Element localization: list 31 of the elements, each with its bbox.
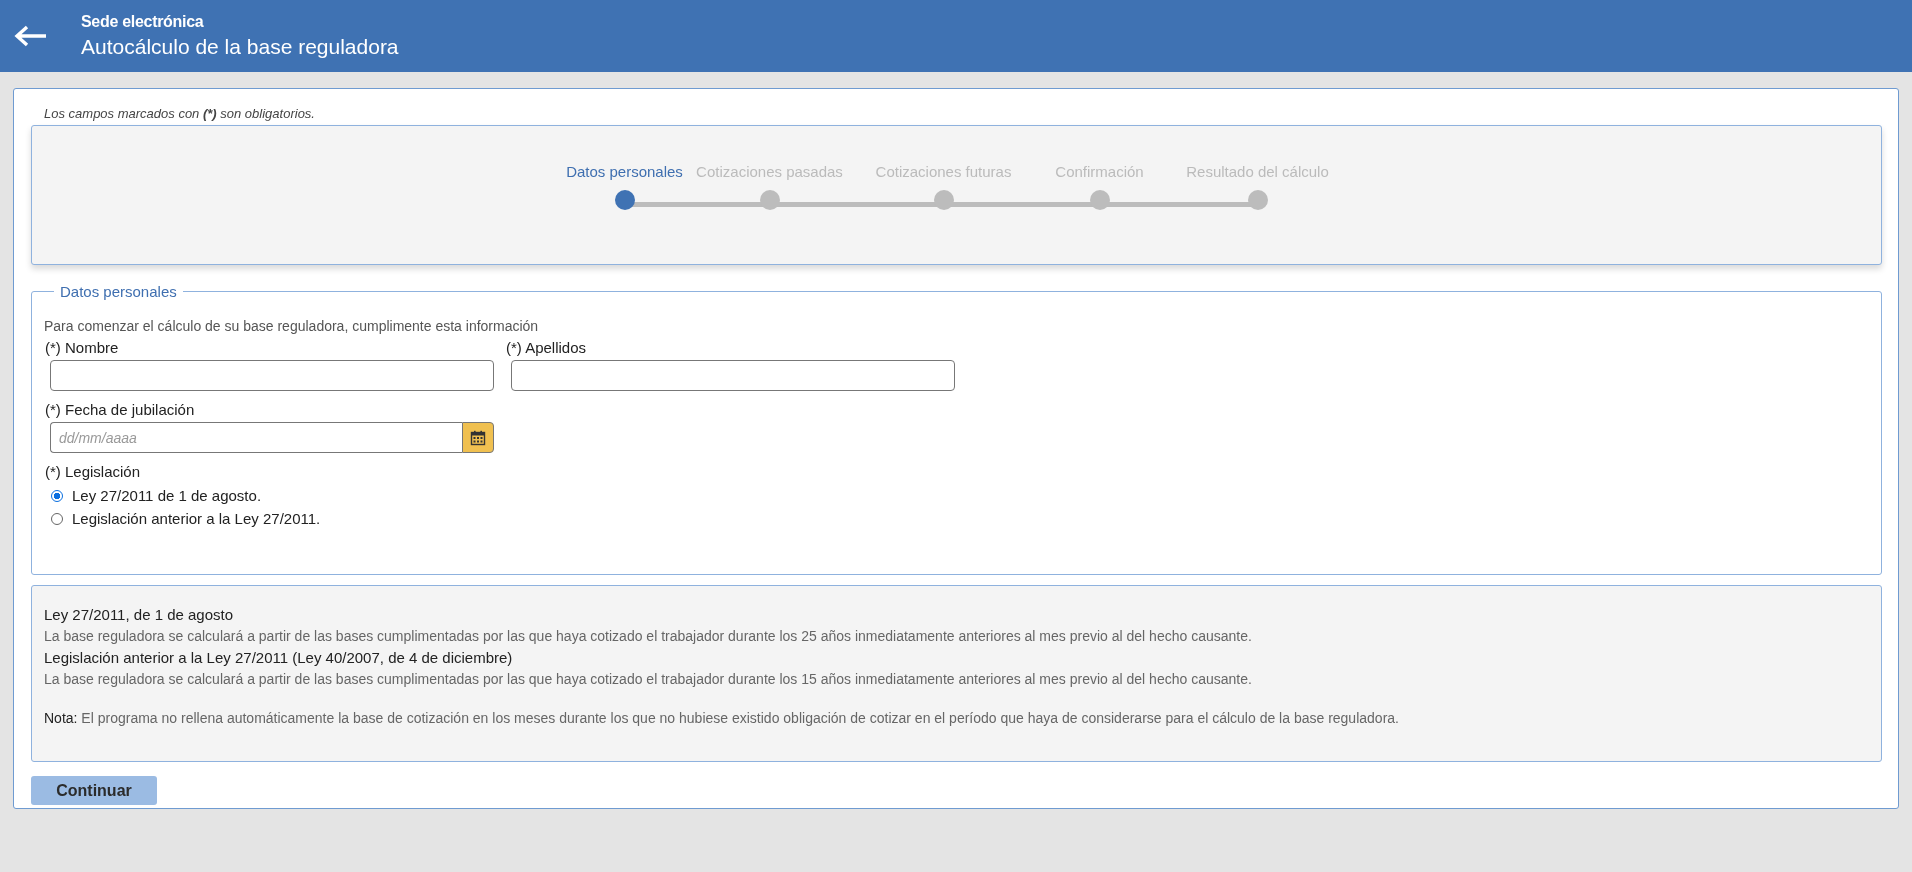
field-label: (*) Nombre xyxy=(45,339,120,356)
info-note: Nota: El programa no rellena automáticamente la base de cotización en los meses durante los que no hubiese existido obligación de cotizar en el período que haya de considerarse para el cálculo de la base reguladora. xyxy=(44,710,1400,726)
info-text: La base reguladora se calculará a partir de las bases cumplimentadas por las que haya cotizado el trabajador durante los 25 años inmediatamente anteriores al mes previo al del hecho causante. xyxy=(44,628,1253,644)
back-arrow-icon xyxy=(14,25,48,47)
info-heading: Ley 27/2011, de 1 de agosto xyxy=(44,606,235,623)
calendar-button[interactable] xyxy=(462,422,494,453)
header-subtitle: Sede electrónica xyxy=(81,13,205,31)
field-label: (*) Legislación xyxy=(45,463,142,480)
intro-text: Para comenzar el cálculo de su base reguladora, cumplimente esta información xyxy=(44,318,540,334)
radio-label[interactable]: Ley 27/2011 de 1 de agosto. xyxy=(72,487,262,504)
field-label: (*) Fecha de jubilación xyxy=(45,401,196,418)
back-button[interactable] xyxy=(14,25,48,47)
continue-button[interactable]: Continuar xyxy=(31,776,157,805)
fieldset-legend: Datos personales xyxy=(54,283,183,300)
text-input-field[interactable] xyxy=(50,360,494,391)
date-input-field[interactable]: dd/mm/aaaa xyxy=(50,422,462,453)
step-label: Confirmación xyxy=(1055,163,1144,180)
info-heading: Legislación anterior a la Ley 27/2011 (Ley 40/2007, de 4 de diciembre) xyxy=(44,649,514,666)
required-fields-note: Los campos marcados con (*) son obligatorios. xyxy=(44,106,316,121)
calendar-icon xyxy=(470,429,486,446)
radio-button[interactable] xyxy=(51,512,63,525)
step-label: Resultado del cálculo xyxy=(1186,163,1329,180)
info-text: La base reguladora se calculará a partir de las bases cumplimentadas por las que haya cotizado el trabajador durante los 15 años inmediatamente anteriores al mes previo al del hecho causante. xyxy=(44,671,1253,687)
step-label: Cotizaciones futuras xyxy=(875,163,1012,180)
page-title: Autocálculo de la base reguladora xyxy=(81,35,399,59)
text-input-field[interactable] xyxy=(511,360,955,391)
step-label: Cotizaciones pasadas xyxy=(696,163,843,180)
radio-button[interactable] xyxy=(51,489,63,502)
radio-label[interactable]: Legislación anterior a la Ley 27/2011. xyxy=(72,510,321,527)
step-label: Datos personales xyxy=(566,163,683,180)
field-label: (*) Apellidos xyxy=(506,339,588,356)
